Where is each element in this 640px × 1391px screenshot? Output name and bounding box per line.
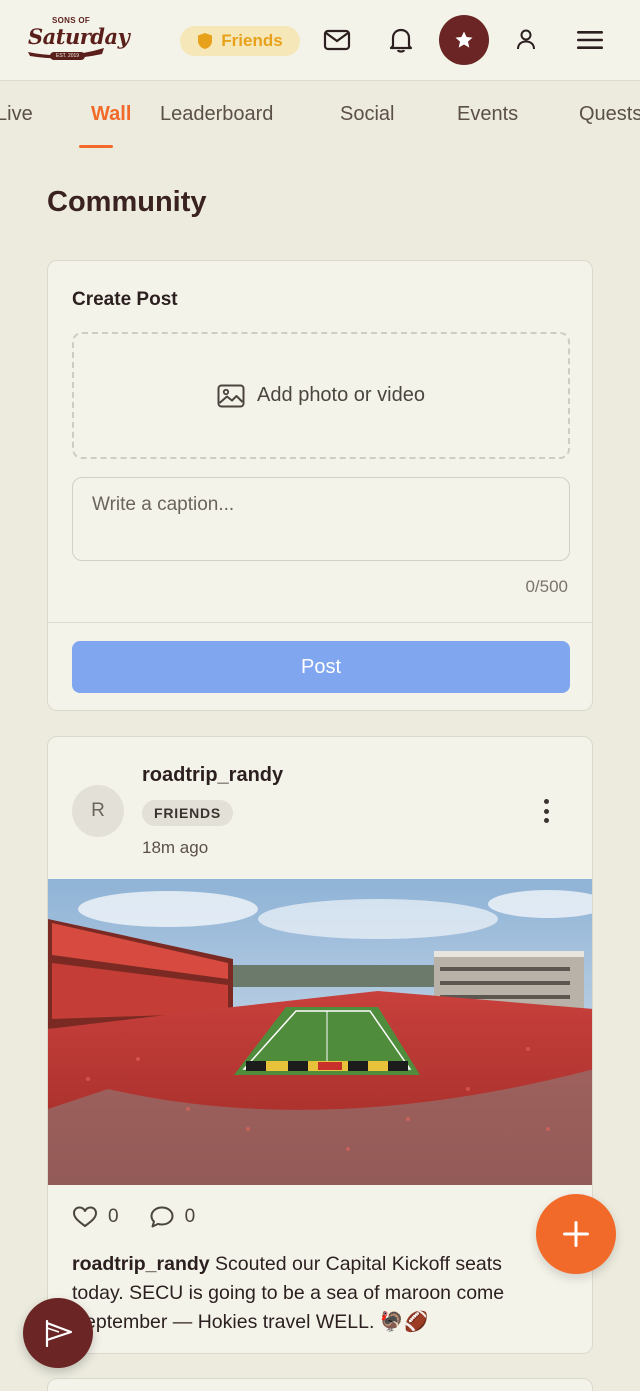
tab-social[interactable]: Social (340, 103, 394, 126)
bell-icon (389, 28, 413, 53)
caption-username[interactable]: roadtrip_randy (72, 1253, 210, 1275)
menu-icon (577, 31, 603, 49)
create-post-title: Create Post (72, 289, 178, 310)
post-username[interactable]: roadtrip_randy (142, 764, 283, 787)
image-icon (217, 384, 245, 407)
tab-quests[interactable]: Quests (579, 103, 640, 126)
post-photo-stadium[interactable] (48, 879, 593, 1185)
comment-icon (150, 1206, 174, 1228)
notifications-button[interactable] (382, 21, 420, 59)
create-post-card: Create Post Add photo or video Write a c… (47, 260, 593, 711)
active-tab-indicator (79, 145, 113, 148)
feed-post-card-next (47, 1378, 593, 1391)
tab-wall[interactable]: Wall (91, 103, 131, 126)
media-upload-label: Add photo or video (257, 384, 425, 406)
top-header: SONS OF Saturday EST. 2019 Friends (0, 0, 640, 81)
star-icon (455, 31, 473, 48)
profile-button[interactable] (507, 21, 545, 59)
friends-filter-pill[interactable]: Friends (180, 26, 300, 56)
mail-icon (323, 29, 351, 51)
friends-badge: FRIENDS (142, 800, 234, 826)
favorites-button[interactable] (439, 15, 489, 65)
logo-est-text: EST. 2019 (50, 52, 86, 60)
shield-icon (198, 33, 213, 49)
dot (543, 808, 549, 814)
post-timestamp: 18m ago (142, 838, 209, 857)
divider (48, 622, 592, 623)
comment-button[interactable]: 0 (149, 1205, 196, 1229)
tab-leaderboard[interactable]: Leaderboard (160, 103, 273, 126)
sons-of-saturday-logo[interactable]: SONS OF Saturday EST. 2019 (26, 14, 130, 66)
comment-count: 0 (184, 1206, 196, 1227)
heart-icon (73, 1206, 97, 1227)
messages-button[interactable] (318, 21, 356, 59)
page-title: Community (47, 186, 207, 218)
caption-input[interactable]: Write a caption... (72, 477, 570, 561)
menu-button[interactable] (571, 21, 609, 59)
avatar[interactable]: R (72, 785, 124, 837)
user-icon (517, 29, 535, 50)
post-options-button[interactable] (534, 797, 558, 825)
like-button[interactable]: 0 (72, 1205, 119, 1229)
feed-post-card: R roadtrip_randy FRIENDS 18m ago 0 0 roa… (47, 736, 593, 1354)
character-counter: 0/500 (525, 577, 568, 596)
plus-icon (563, 1221, 589, 1247)
dot (543, 818, 549, 823)
post-button[interactable]: Post (72, 641, 570, 693)
post-actions: 0 0 (72, 1203, 225, 1231)
post-caption: roadtrip_randy Scouted our Capital Kicko… (72, 1250, 552, 1337)
media-upload-dropzone[interactable]: Add photo or video (72, 332, 570, 459)
friends-pill-label: Friends (221, 31, 283, 50)
new-post-fab[interactable] (536, 1194, 616, 1274)
like-count: 0 (108, 1206, 119, 1227)
tab-events[interactable]: Events (457, 103, 518, 126)
tab-live[interactable]: Live (0, 103, 33, 126)
section-tabs: Live Wall Leaderboard Social Events Ques… (0, 81, 640, 151)
pennant-flag-icon (45, 1319, 73, 1348)
pennant-fab[interactable] (23, 1298, 93, 1368)
dot (543, 799, 549, 804)
